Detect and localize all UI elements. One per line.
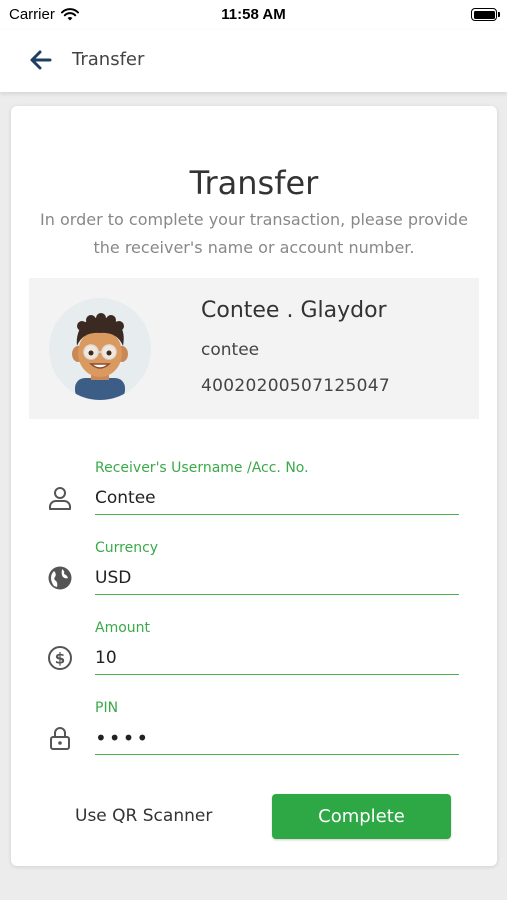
battery-icon: [471, 8, 500, 21]
memoji-avatar-icon: [72, 313, 128, 400]
receiver-username: contee: [201, 340, 260, 360]
amount-field: Amount $: [11, 620, 497, 690]
qr-scanner-button[interactable]: Use QR Scanner: [75, 806, 212, 826]
currency-field: Currency: [11, 540, 497, 610]
pin-label: PIN: [95, 700, 119, 716]
nav-bar: Transfer: [0, 30, 507, 92]
receiver-account-number: 40020200507125047: [201, 376, 390, 396]
receiver-panel: Contee . Glaydor contee 4002020050712504…: [29, 278, 479, 419]
back-arrow-icon[interactable]: [26, 45, 56, 75]
avatar: [49, 298, 151, 400]
svg-text:$: $: [55, 650, 65, 668]
pin-input[interactable]: [95, 722, 459, 755]
username-input[interactable]: [95, 482, 459, 515]
user-icon: [49, 487, 71, 510]
card-title: Transfer: [189, 164, 319, 202]
status-bar: Carrier 11:58 AM: [0, 0, 507, 30]
pin-field: PIN: [11, 700, 497, 770]
username-field: Receiver's Username /Acc. No.: [11, 460, 497, 530]
lock-icon: [50, 727, 70, 750]
transfer-card: Transfer In order to complete your trans…: [11, 106, 497, 866]
amount-input[interactable]: [95, 642, 459, 675]
status-time: 11:58 AM: [221, 6, 286, 23]
globe-icon: [48, 566, 72, 590]
complete-button[interactable]: Complete: [272, 794, 451, 839]
receiver-name: Contee . Glaydor: [201, 298, 387, 323]
currency-label: Currency: [95, 540, 159, 556]
username-label: Receiver's Username /Acc. No.: [95, 460, 309, 476]
nav-title: Transfer: [72, 49, 145, 70]
currency-input[interactable]: [95, 562, 459, 595]
amount-label: Amount: [95, 620, 151, 636]
card-subtitle: In order to complete your transaction, p…: [40, 210, 468, 257]
dollar-icon: $: [48, 646, 72, 670]
